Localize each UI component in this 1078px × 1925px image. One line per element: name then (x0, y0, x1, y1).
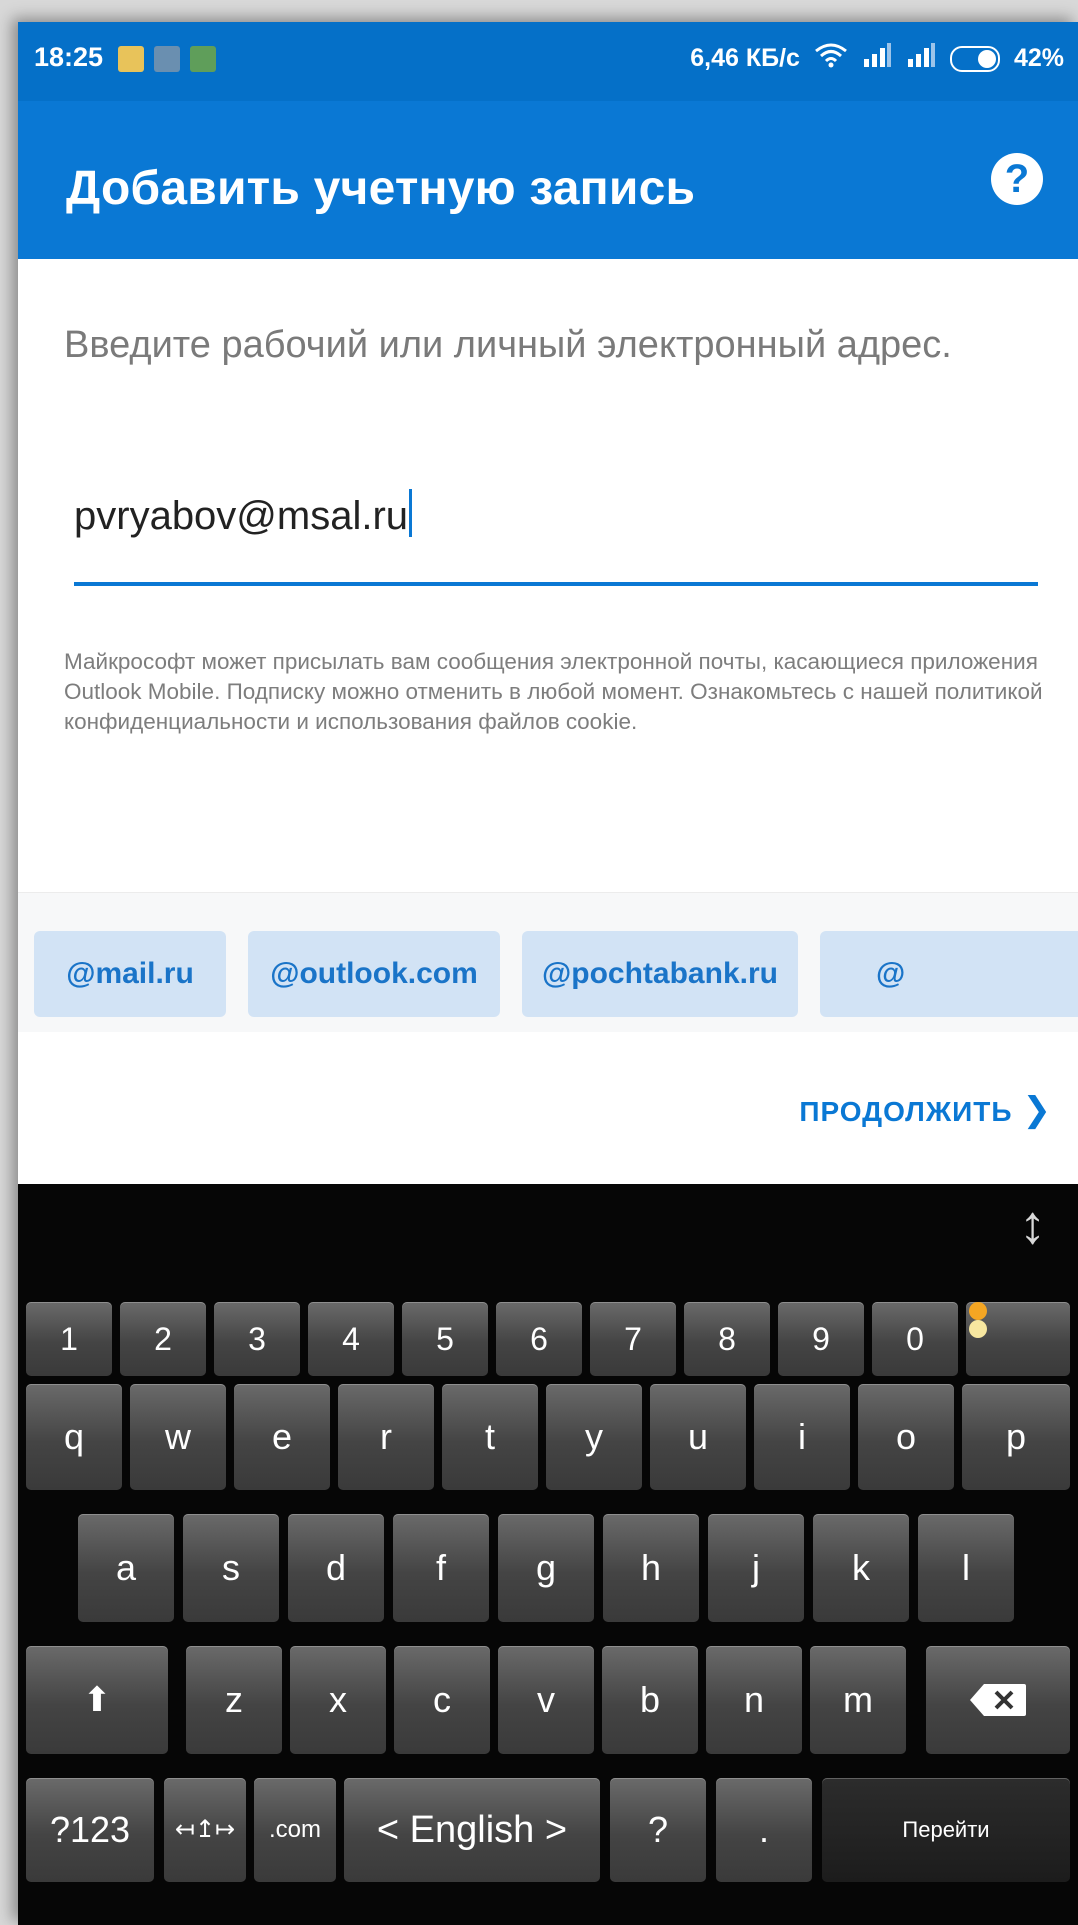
on-screen-keyboard: ↕ 1 2 3 4 5 6 7 8 9 0 q w e r t y u i o … (18, 1184, 1078, 1925)
continue-button[interactable]: ПРОДОЛЖИТЬ ❯ (799, 1090, 1052, 1130)
key-d[interactable]: d (288, 1514, 384, 1622)
shift-icon: ⬆ (82, 1681, 112, 1719)
period-key[interactable]: . (716, 1778, 812, 1882)
key-g[interactable]: g (498, 1514, 594, 1622)
key-c[interactable]: c (394, 1646, 490, 1754)
battery-percent: 42% (1013, 44, 1064, 72)
key-v[interactable]: v (498, 1646, 594, 1754)
key-2[interactable]: 2 (120, 1302, 206, 1376)
key-z[interactable]: z (186, 1646, 282, 1754)
key-3[interactable]: 3 (214, 1302, 300, 1376)
key-q[interactable]: q (26, 1384, 122, 1490)
key-9[interactable]: 9 (778, 1302, 864, 1376)
key-5[interactable]: 5 (402, 1302, 488, 1376)
privacy-disclaimer: Майкрософт может присылать вам сообщения… (64, 649, 1043, 734)
shift-key[interactable]: ⬆ (26, 1646, 168, 1754)
key-a[interactable]: a (78, 1514, 174, 1622)
email-input[interactable]: pvryabov@msal.ru (74, 489, 413, 539)
key-i[interactable]: i (754, 1384, 850, 1490)
status-right: 6,46 КБ/с 42% (690, 42, 1064, 75)
suggestion-chip[interactable]: @mail.ru (34, 931, 226, 1017)
cursor-move-key[interactable]: ↤↥↦ (164, 1778, 246, 1882)
go-key[interactable]: Перейти (822, 1778, 1070, 1882)
dotcom-key[interactable]: .com (254, 1778, 336, 1882)
key-y[interactable]: y (546, 1384, 642, 1490)
continue-area: ПРОДОЛЖИТЬ ❯ (18, 1032, 1078, 1184)
orange-dot-icon (969, 1302, 987, 1320)
email-input-value: pvryabov@msal.ru (74, 494, 409, 538)
help-icon[interactable]: ? (991, 153, 1043, 205)
key-r[interactable]: r (338, 1384, 434, 1490)
continue-label: ПРОДОЛЖИТЬ (799, 1096, 1013, 1127)
key-0[interactable]: 0 (872, 1302, 958, 1376)
key-7[interactable]: 7 (590, 1302, 676, 1376)
key-p[interactable]: p (962, 1384, 1070, 1490)
key-1[interactable]: 1 (26, 1302, 112, 1376)
suggestion-chip[interactable]: @outlook.com (248, 931, 500, 1017)
signal-icon-2 (906, 43, 936, 74)
key-8[interactable]: 8 (684, 1302, 770, 1376)
symbols-key[interactable]: ?123 (26, 1778, 154, 1882)
yellow-dot-icon (969, 1320, 987, 1338)
key-e[interactable]: e (234, 1384, 330, 1490)
wifi-icon (814, 42, 848, 75)
question-key[interactable]: ? (610, 1778, 706, 1882)
key-b[interactable]: b (602, 1646, 698, 1754)
email-prompt: Введите рабочий или личный электронный а… (64, 324, 952, 366)
signal-icon-1 (862, 43, 892, 74)
key-4[interactable]: 4 (308, 1302, 394, 1376)
spacebar-language-key[interactable]: < English > (344, 1778, 600, 1882)
network-speed: 6,46 КБ/с (690, 44, 800, 72)
notification-icon-2 (154, 46, 180, 72)
backspace-key[interactable] (926, 1646, 1070, 1754)
notification-icon-3 (190, 46, 216, 72)
text-caret (409, 489, 413, 537)
suggestion-chip[interactable]: @pochtabank.ru (522, 931, 798, 1017)
key-h[interactable]: h (603, 1514, 699, 1622)
emoji-dots-key[interactable] (966, 1302, 1070, 1376)
key-6[interactable]: 6 (496, 1302, 582, 1376)
email-input-underline (74, 582, 1038, 586)
keyboard-resize-icon[interactable]: ↕ (1019, 1198, 1046, 1252)
key-o[interactable]: o (858, 1384, 954, 1490)
key-s[interactable]: s (183, 1514, 279, 1622)
cursor-arrows-icon: ↤↥↦ (174, 1816, 236, 1843)
status-time: 18:25 (34, 42, 104, 72)
key-f[interactable]: f (393, 1514, 489, 1622)
backspace-icon (926, 1646, 1070, 1754)
key-x[interactable]: x (290, 1646, 386, 1754)
phone-screen: 18:25 6,46 КБ/с 42% Добавить учетную зап… (18, 22, 1078, 1925)
battery-icon (949, 45, 1000, 72)
key-t[interactable]: t (442, 1384, 538, 1490)
key-n[interactable]: n (706, 1646, 802, 1754)
page-title: Добавить учетную запись (66, 162, 696, 215)
key-u[interactable]: u (650, 1384, 746, 1490)
key-j[interactable]: j (708, 1514, 804, 1622)
domain-suggestions: @mail.ru @outlook.com @pochtabank.ru @ (18, 892, 1078, 1033)
key-w[interactable]: w (130, 1384, 226, 1490)
notification-icon-1 (118, 46, 144, 72)
suggestion-chip[interactable]: @ (820, 931, 1078, 1017)
key-m[interactable]: m (810, 1646, 906, 1754)
key-l[interactable]: l (918, 1514, 1014, 1622)
chevron-right-icon: ❯ (1022, 1091, 1052, 1129)
status-bar: 18:25 6,46 КБ/с 42% (18, 22, 1078, 101)
key-k[interactable]: k (813, 1514, 909, 1622)
app-bar: Добавить учетную запись ? (18, 101, 1078, 259)
